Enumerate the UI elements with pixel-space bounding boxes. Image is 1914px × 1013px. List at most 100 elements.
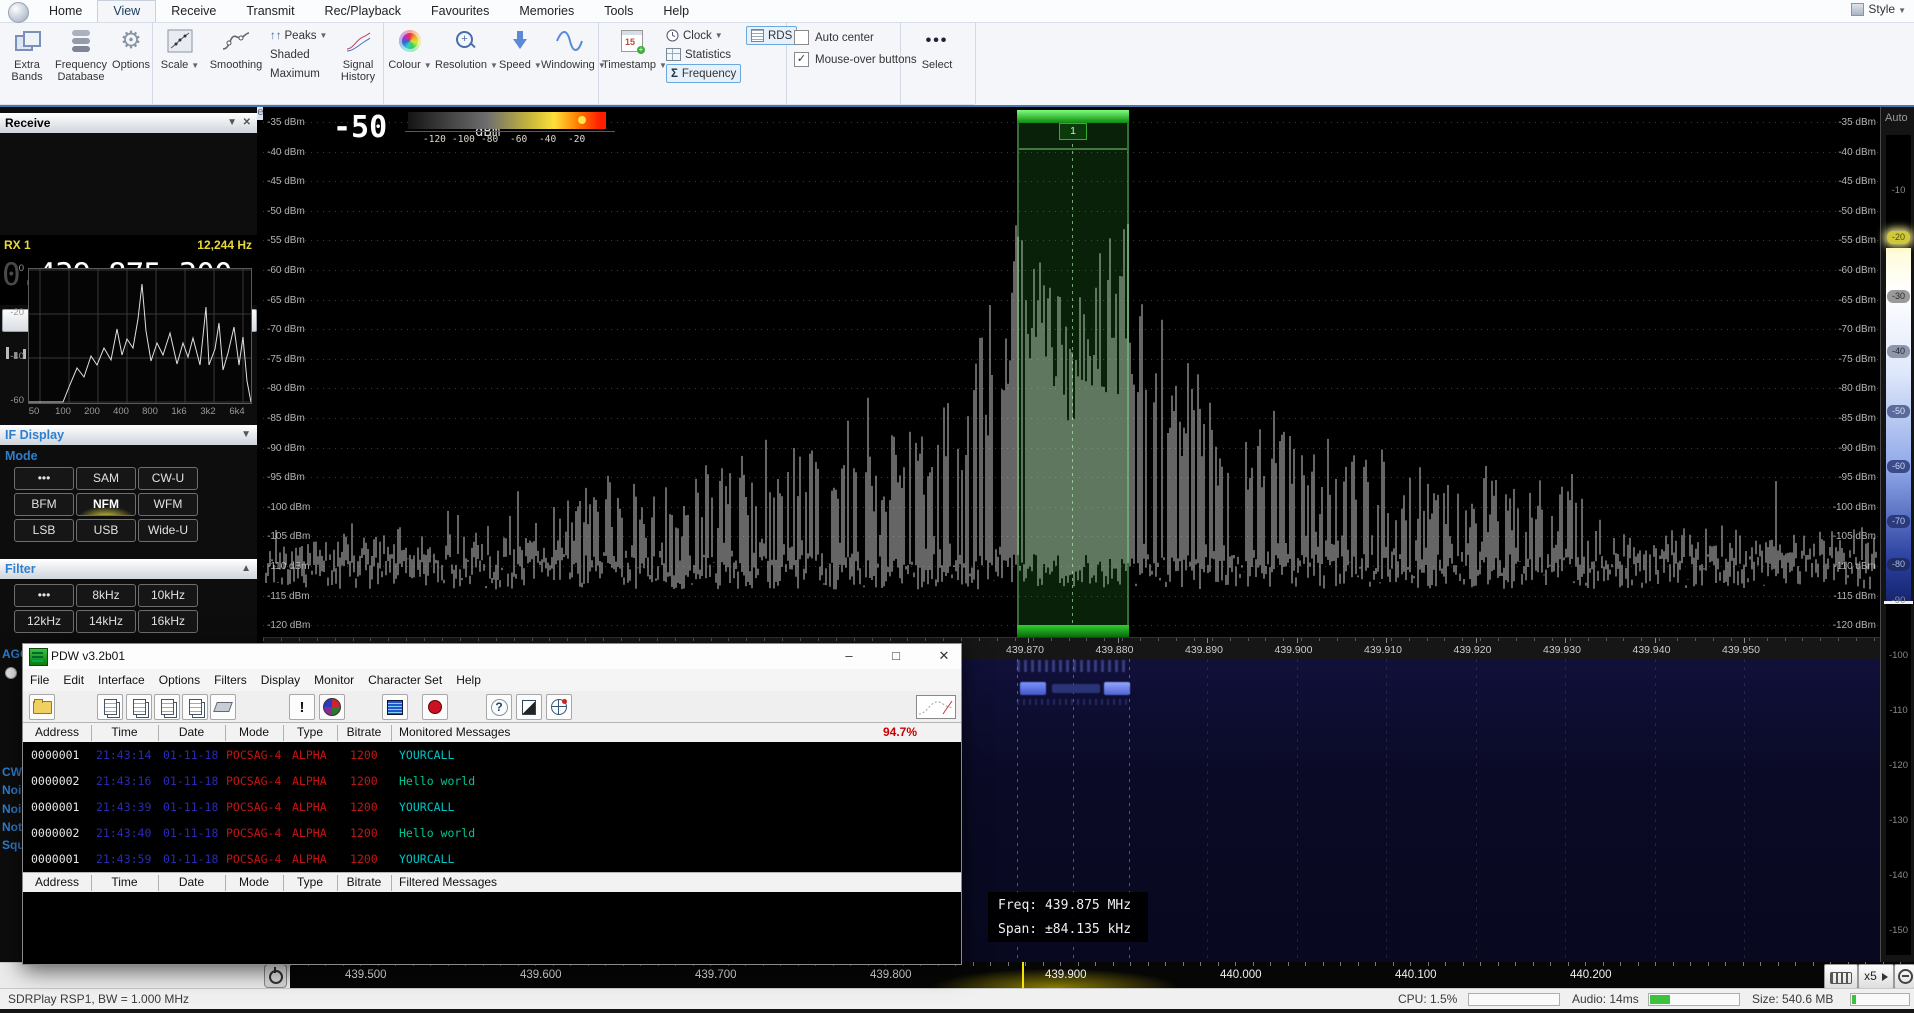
pdw-message-row[interactable]: 000000221:43:4001-11-18POCSAG-4ALPHA1200… xyxy=(23,820,961,846)
tab-view[interactable]: View xyxy=(97,0,156,22)
pdw-menu-monitor[interactable]: Monitor xyxy=(307,669,361,691)
maximum-button[interactable]: Maximum xyxy=(270,64,336,83)
select-button[interactable]: ••• Select xyxy=(914,25,960,71)
range-label--70[interactable]: -70 xyxy=(1887,515,1910,528)
pdw-col-monitored-messages[interactable]: Monitored Messages xyxy=(399,725,510,739)
pdw-menu-edit[interactable]: Edit xyxy=(56,669,91,691)
tuning-region-bottom-bar[interactable] xyxy=(1017,625,1129,637)
band-label[interactable]: 439.500 xyxy=(345,969,387,981)
pdw-menu-file[interactable]: File xyxy=(23,669,56,691)
tab-home[interactable]: Home xyxy=(34,1,97,22)
if-display-header[interactable]: IF Display ▼ xyxy=(0,425,257,445)
colour-button[interactable]: Colour▼ xyxy=(387,25,433,72)
style-button[interactable]: Style▼ xyxy=(1851,2,1906,20)
tuning-region[interactable] xyxy=(1017,110,1129,640)
radio-button-icon[interactable] xyxy=(5,667,17,679)
pdw-filtered-header-row[interactable]: AddressTimeDateModeTypeBitrateFiltered M… xyxy=(23,872,961,894)
chevron-down-icon[interactable]: ▼ xyxy=(227,117,237,128)
pdw-col-time[interactable]: Time xyxy=(91,875,158,889)
mode-button-wideu[interactable]: Wide-U xyxy=(138,519,198,542)
speed-button[interactable]: Speed▼ xyxy=(499,25,541,72)
band-label[interactable]: 440.100 xyxy=(1395,969,1437,981)
pdw-toolbar-exclamation-button[interactable]: ! xyxy=(289,694,315,720)
filter-button-12khz[interactable]: 12kHz xyxy=(14,610,74,633)
pdw-menu-interface[interactable]: Interface xyxy=(91,669,152,691)
mode-button-wfm[interactable]: WFM xyxy=(138,493,198,516)
filter-button-14khz[interactable]: 14kHz xyxy=(76,610,136,633)
range-label--40[interactable]: -40 xyxy=(1887,345,1910,358)
pdw-message-row[interactable]: 000000221:43:1601-11-18POCSAG-4ALPHA1200… xyxy=(23,768,961,794)
pdw-col-type[interactable]: Type xyxy=(283,725,337,739)
minimize-button[interactable]: – xyxy=(838,648,860,665)
frequency-button[interactable]: ΣFrequency xyxy=(666,64,750,83)
smoothing-button[interactable]: Smoothing xyxy=(204,25,268,71)
freq-axis-label[interactable]: 439.930 xyxy=(1543,644,1581,656)
extra-bands-button[interactable]: Extra Bands xyxy=(4,25,50,83)
tab-tools[interactable]: Tools xyxy=(589,1,648,22)
mode-button-bfm[interactable]: BFM xyxy=(14,493,74,516)
pdw-toolbar-eraser-button[interactable] xyxy=(210,694,236,720)
clock-button[interactable]: Clock▼ xyxy=(666,26,750,45)
freq-axis-label[interactable]: 439.920 xyxy=(1454,644,1492,656)
pdw-toolbar-monitor-button[interactable] xyxy=(382,694,408,720)
range-label--30[interactable]: -30 xyxy=(1887,290,1910,303)
band-label[interactable]: 440.000 xyxy=(1220,969,1262,981)
mode-button-nfm[interactable]: NFM xyxy=(76,493,136,516)
pdw-menu-display[interactable]: Display xyxy=(254,669,307,691)
signal-history-button[interactable]: Signal History xyxy=(336,25,380,83)
waterfall-range-slider[interactable]: -10-20-30-40-50-60-70-80-90-100-110-120-… xyxy=(1886,135,1911,955)
band-label[interactable]: 439.700 xyxy=(695,969,737,981)
range-label--20[interactable]: -20 xyxy=(1887,231,1910,244)
range-label--80[interactable]: -80 xyxy=(1887,558,1910,571)
auto-range-button[interactable]: Auto xyxy=(1885,112,1908,124)
pdw-message-row[interactable]: 000000121:43:5901-11-18POCSAG-4ALPHA1200… xyxy=(23,846,961,872)
band-label[interactable]: 440.200 xyxy=(1570,969,1612,981)
pdw-col-date[interactable]: Date xyxy=(158,725,225,739)
filter-button-10khz[interactable]: 10kHz xyxy=(138,584,198,607)
pdw-message-row[interactable]: 000000121:43:1401-11-18POCSAG-4ALPHA1200… xyxy=(23,742,961,768)
mode-button-cwu[interactable]: CW-U xyxy=(138,467,198,490)
auto-center-checkbox[interactable]: Auto center xyxy=(794,28,874,47)
filter-button-more[interactable]: ••• xyxy=(14,584,74,607)
pdw-toolbar-save-button[interactable] xyxy=(182,694,208,720)
band-label[interactable]: 439.800 xyxy=(870,969,912,981)
pdw-col-bitrate[interactable]: Bitrate xyxy=(337,725,391,739)
freq-axis-label[interactable]: 439.910 xyxy=(1364,644,1402,656)
tab-receive[interactable]: Receive xyxy=(156,1,231,22)
freq-axis-label[interactable]: 439.940 xyxy=(1633,644,1671,656)
mode-button-[interactable]: ••• xyxy=(14,467,74,490)
mode-button-sam[interactable]: SAM xyxy=(76,467,136,490)
statistics-button[interactable]: Statistics xyxy=(666,45,750,64)
tuning-region-top-bar[interactable] xyxy=(1017,110,1129,123)
pdw-col-filtered-messages[interactable]: Filtered Messages xyxy=(399,875,497,889)
pdw-toolbar-open-folder-button[interactable] xyxy=(29,694,55,720)
scale-button[interactable]: Scale▼ xyxy=(158,25,202,72)
pdw-col-bitrate[interactable]: Bitrate xyxy=(337,875,391,889)
power-button[interactable] xyxy=(264,964,287,988)
pdw-col-mode[interactable]: Mode xyxy=(225,725,283,739)
app-menu-button[interactable] xyxy=(8,2,29,23)
waterfall-palette-bar[interactable] xyxy=(408,112,606,129)
pdw-col-address[interactable]: Address xyxy=(23,875,91,889)
maximize-button[interactable]: □ xyxy=(885,648,907,665)
frequency-database-button[interactable]: Frequency Database xyxy=(50,25,112,83)
pdw-col-type[interactable]: Type xyxy=(283,875,337,889)
pdw-menu-character-set[interactable]: Character Set xyxy=(361,669,449,691)
pdw-toolbar-help-button[interactable]: ? xyxy=(486,694,512,720)
band-bar[interactable]: 439.500439.600439.700439.800439.900440.0… xyxy=(290,962,1914,988)
close-button[interactable]: ✕ xyxy=(933,648,955,665)
pdw-menu-help[interactable]: Help xyxy=(449,669,488,691)
mode-button-lsb[interactable]: LSB xyxy=(14,519,74,542)
freq-axis-label[interactable]: 439.880 xyxy=(1096,644,1134,656)
pdw-toolbar-globe-button[interactable] xyxy=(546,694,572,720)
filter-button-16khz[interactable]: 16kHz xyxy=(138,610,198,633)
close-icon[interactable]: ✕ xyxy=(243,117,251,128)
pdw-col-time[interactable]: Time xyxy=(91,725,158,739)
keyboard-button[interactable] xyxy=(1824,964,1858,989)
mouse-over-buttons-checkbox[interactable]: ✓Mouse-over buttons xyxy=(794,50,917,69)
pdw-toolbar-copy-button[interactable] xyxy=(97,694,123,720)
tab-help[interactable]: Help xyxy=(648,1,704,22)
pdw-col-address[interactable]: Address xyxy=(23,725,91,739)
pdw-toolbar-beachball-button[interactable] xyxy=(319,694,345,720)
tab-transmit[interactable]: Transmit xyxy=(231,1,309,22)
